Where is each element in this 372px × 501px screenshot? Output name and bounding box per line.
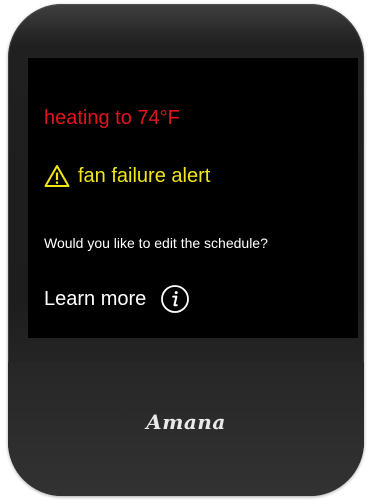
alert-label: fan failure alert — [78, 164, 211, 187]
info-icon[interactable] — [160, 284, 190, 314]
learn-more-label: Learn more — [44, 287, 147, 310]
thermostat-device: heating to 74°F fan failure alert Would … — [8, 4, 364, 496]
edit-schedule-prompt: Would you like to edit the schedule? — [44, 235, 268, 251]
heating-status: heating to 74°F — [44, 107, 180, 129]
amana-logo: Amana — [146, 410, 226, 434]
thermostat-screen: heating to 74°F fan failure alert Would … — [28, 58, 358, 338]
learn-more-button[interactable]: Learn more — [44, 284, 190, 314]
fan-failure-alert[interactable]: fan failure alert — [44, 164, 210, 188]
warning-icon — [44, 164, 70, 188]
